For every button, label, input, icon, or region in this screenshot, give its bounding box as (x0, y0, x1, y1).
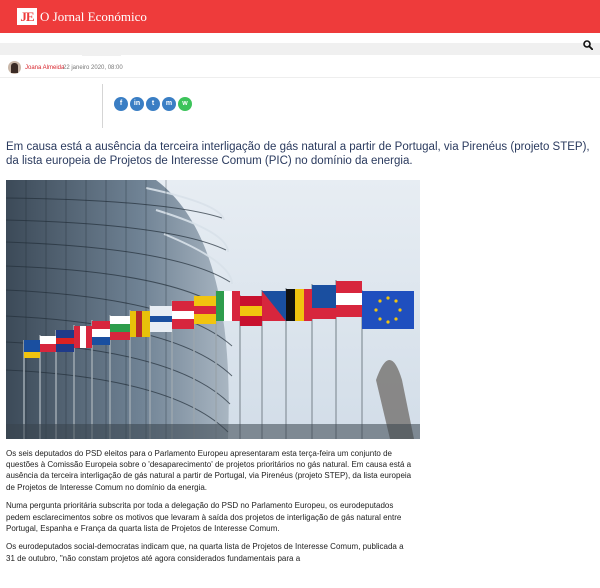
site-logo-text[interactable]: O Jornal Económico (40, 8, 147, 25)
share-buttons: f in t m w (114, 97, 192, 111)
article-paragraph: Os eurodeputados social-democratas indic… (6, 542, 404, 563)
author-name-link[interactable]: Joana Almeida (25, 65, 64, 71)
site-logo-mark[interactable]: JE (17, 8, 37, 25)
top-bar: JE O Jornal Económico (0, 0, 600, 33)
linkedin-icon[interactable]: in (130, 97, 144, 111)
facebook-icon[interactable]: f (114, 97, 128, 111)
article-body: Os seis deputados do PSD eleitos para o … (6, 448, 412, 571)
search-icon[interactable] (583, 40, 593, 50)
eu-parliament-flags-photo (6, 180, 420, 439)
article-paragraph: Numa pergunta prioritária subscrita por … (6, 501, 402, 533)
twitter-icon[interactable]: t (146, 97, 160, 111)
author-avatar[interactable] (8, 61, 21, 74)
article-lead: Em causa está a ausência da terceira int… (6, 141, 590, 167)
article-hero-image (6, 180, 420, 439)
whatsapp-icon[interactable]: w (178, 97, 192, 111)
publish-date: 22 janeiro 2020, 08:00 (63, 65, 123, 71)
sidebar-divider (102, 84, 103, 128)
article-paragraph: Os seis deputados do PSD eleitos para o … (6, 449, 412, 492)
author-row: Joana Almeida 22 janeiro 2020, 08:00 (0, 56, 600, 78)
messenger-icon[interactable]: m (162, 97, 176, 111)
